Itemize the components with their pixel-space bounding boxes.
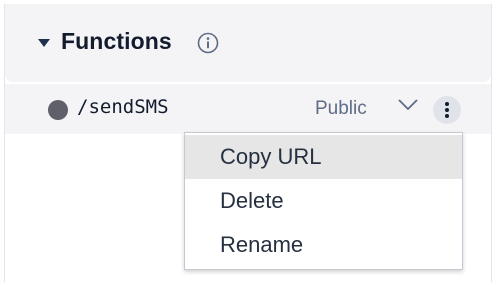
- functions-section-header[interactable]: Functions: [5, 4, 491, 82]
- section-title: Functions: [61, 28, 172, 54]
- function-path[interactable]: /sendSMS: [77, 96, 169, 118]
- functions-panel: Functions /sendSMS Public Copy URL Delet…: [4, 4, 492, 282]
- menu-item-rename[interactable]: Rename: [185, 223, 462, 267]
- function-row[interactable]: /sendSMS Public: [5, 84, 491, 134]
- visibility-label[interactable]: Public: [315, 98, 367, 120]
- menu-item-copy-url[interactable]: Copy URL: [185, 135, 462, 179]
- status-dot-icon: [48, 100, 68, 120]
- context-menu: Copy URL Delete Rename: [184, 132, 463, 270]
- more-vertical-icon[interactable]: [433, 96, 461, 124]
- info-circle-icon[interactable]: [197, 32, 219, 54]
- chevron-down-icon[interactable]: [397, 97, 419, 113]
- caret-down-icon[interactable]: [38, 39, 50, 47]
- menu-item-delete[interactable]: Delete: [185, 179, 462, 223]
